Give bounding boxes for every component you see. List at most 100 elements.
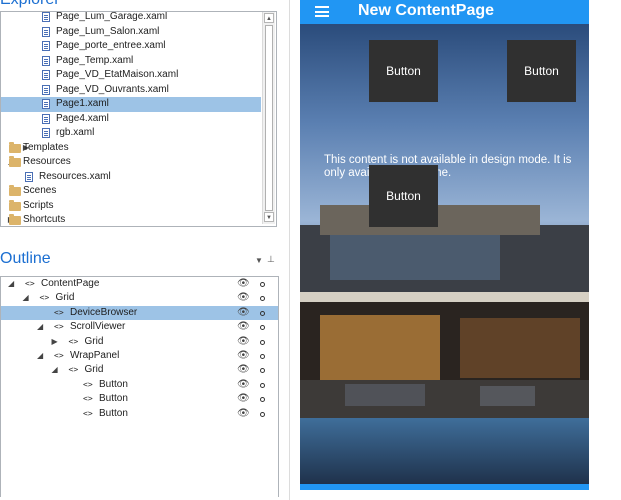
visibility-eye-icon[interactable]: 👁 <box>237 277 250 291</box>
menu-icon[interactable] <box>315 6 329 17</box>
outline-item[interactable]: ◢ <> Grid 👁 <box>1 363 278 377</box>
visibility-eye-icon[interactable]: 👁 <box>237 407 250 421</box>
explorer-item-label: Shortcuts <box>23 214 66 225</box>
device-preview: New ContentPage Button Button This conte… <box>300 0 589 490</box>
visibility-eye-icon[interactable]: 👁 <box>237 306 250 320</box>
explorer-item-label: Page_Lum_Salon.xaml <box>56 25 160 37</box>
explorer-item-label: Page1.xaml <box>56 98 109 109</box>
folder-icon <box>9 214 21 225</box>
visibility-eye-icon[interactable]: 👁 <box>237 392 250 406</box>
collapsed-arrow-icon[interactable]: ▶ <box>52 335 58 349</box>
lock-dot-icon[interactable] <box>260 354 265 359</box>
explorer-item-label: Scenes <box>23 185 57 196</box>
visibility-eye-icon[interactable]: 👁 <box>237 320 250 334</box>
preview-button-1[interactable]: Button <box>369 40 438 102</box>
explorer-item-label: Resources <box>23 156 71 167</box>
lock-dot-icon[interactable] <box>260 368 265 374</box>
visibility-eye-icon[interactable]: 👁 <box>237 335 250 349</box>
explorer-item-label: Page_VD_Ouvrants.xaml <box>56 83 169 95</box>
visibility-eye-icon[interactable]: 👁 <box>237 363 250 377</box>
explorer-tree[interactable]: Page_Lum_Garage.xaml Page_Lum_Salon.xaml P… <box>0 11 277 227</box>
explorer-item[interactable]: rgb.xaml <box>1 126 261 141</box>
scroll-up-button[interactable]: ▲ <box>264 13 274 23</box>
explorer-item[interactable]: ◢Resources <box>1 155 261 170</box>
expanded-arrow-icon[interactable]: ◢ <box>37 349 43 363</box>
explorer-item[interactable]: Page_VD_EtatMaison.xaml <box>1 68 261 83</box>
lock-dot-icon[interactable] <box>260 310 265 316</box>
lock-dot-icon[interactable] <box>260 282 265 287</box>
element-tag-icon: <> <box>54 322 64 332</box>
explorer-scrollbar[interactable]: ▲ ▼ <box>262 12 275 224</box>
outline-item[interactable]: ▶ <> Grid 👁 <box>1 335 278 349</box>
lock-dot-icon[interactable] <box>260 411 265 417</box>
app-bar: New ContentPage <box>300 0 589 24</box>
element-tag-icon: <> <box>25 279 35 288</box>
outline-item[interactable]: <> Button 👁 <box>1 407 278 421</box>
xaml-file-icon <box>42 70 50 80</box>
pin-icon[interactable]: ⊥ <box>267 254 275 265</box>
preview-button-3[interactable]: Button <box>369 165 438 227</box>
explorer-item[interactable]: Resources.xaml <box>1 170 261 185</box>
explorer-item-label: Resources.xaml <box>39 170 111 182</box>
lock-dot-icon[interactable] <box>260 296 265 302</box>
explorer-item[interactable]: Page_Lum_Garage.xaml <box>1 11 261 25</box>
app-bottom-accent <box>300 484 589 490</box>
explorer-item[interactable]: Page_porte_entree.xaml <box>1 39 261 54</box>
xaml-file-icon <box>42 41 50 51</box>
explorer-item[interactable]: ▶Shortcuts <box>1 213 261 226</box>
xaml-file-icon <box>42 55 50 66</box>
visibility-eye-icon[interactable]: 👁 <box>237 291 250 305</box>
outline-item[interactable]: <> DeviceBrowser 👁 <box>1 305 278 321</box>
outline-item[interactable]: ◢ <> WrapPanel 👁 <box>1 349 278 363</box>
outline-item[interactable]: <> Button 👁 <box>1 392 278 406</box>
preview-button-2[interactable]: Button <box>507 40 576 102</box>
explorer-item[interactable]: Scenes <box>1 184 261 199</box>
xaml-file-icon <box>42 26 50 37</box>
outline-item[interactable]: ◢ <> ScrollViewer 👁 <box>1 320 278 334</box>
visibility-eye-icon[interactable]: 👁 <box>237 378 250 392</box>
outline-tree[interactable]: ◢ <> ContentPage 👁 ◢ <> Grid 👁 <> DeviceBrowser 👁 ◢… <box>0 276 279 497</box>
explorer-item[interactable]: Page_Lum_Salon.xaml <box>1 25 261 40</box>
outline-item[interactable]: ◢ <> ContentPage 👁 <box>1 277 278 291</box>
xaml-file-icon <box>42 84 50 95</box>
explorer-panel-title: Explorer <box>0 0 60 9</box>
explorer-item[interactable]: Page_VD_Ouvrants.xaml <box>1 83 261 98</box>
outline-panel-title: Outline <box>0 250 51 267</box>
outline-item-label: Button <box>99 393 128 405</box>
explorer-item[interactable]: ▶ Templates <box>1 141 261 156</box>
expanded-arrow-icon[interactable]: ◢ <box>8 277 14 291</box>
explorer-item[interactable]: Scripts <box>1 199 261 214</box>
outline-item-label: Button <box>99 407 128 419</box>
explorer-item[interactable]: Page4.xaml <box>1 112 261 127</box>
folder-icon <box>9 199 21 211</box>
lock-dot-icon[interactable] <box>260 382 265 388</box>
outline-item-label: DeviceBrowser <box>70 306 138 318</box>
outline-item-label: Button <box>99 378 128 390</box>
open-folder-icon <box>9 156 21 167</box>
explorer-item-label: Page_Lum_Garage.xaml <box>56 11 168 22</box>
element-tag-icon: <> <box>68 336 79 346</box>
explorer-item[interactable]: Page1.xaml <box>1 97 261 112</box>
scroll-thumb[interactable] <box>265 25 273 211</box>
outline-item-label: ContentPage <box>41 278 100 289</box>
visibility-eye-icon[interactable]: 👁 <box>237 349 250 363</box>
element-tag-icon: <> <box>68 365 79 375</box>
lock-dot-icon[interactable] <box>260 339 265 345</box>
expanded-arrow-icon[interactable]: ◢ <box>23 291 29 305</box>
outline-item[interactable]: <> Button 👁 <box>1 378 278 392</box>
panel-dropdown-icon[interactable]: ▼ <box>255 256 263 265</box>
outline-item[interactable]: ◢ <> Grid 👁 <box>1 291 278 305</box>
explorer-item-label: Page_VD_EtatMaison.xaml <box>56 69 179 80</box>
scroll-down-button[interactable]: ▼ <box>264 212 274 222</box>
explorer-item[interactable]: Page_Temp.xaml <box>1 54 261 69</box>
outline-item-label: Grid <box>84 335 104 347</box>
lock-dot-icon[interactable] <box>260 397 265 403</box>
panel-divider <box>289 0 290 500</box>
expanded-arrow-icon[interactable]: ◢ <box>37 320 43 334</box>
expanded-arrow-icon[interactable]: ◢ <box>52 363 58 377</box>
explorer-item-label: Page_Temp.xaml <box>56 54 134 66</box>
lock-dot-icon[interactable] <box>260 325 265 331</box>
xaml-file-icon <box>42 99 50 109</box>
element-tag-icon: <> <box>83 379 93 389</box>
xaml-file-icon <box>42 113 50 124</box>
